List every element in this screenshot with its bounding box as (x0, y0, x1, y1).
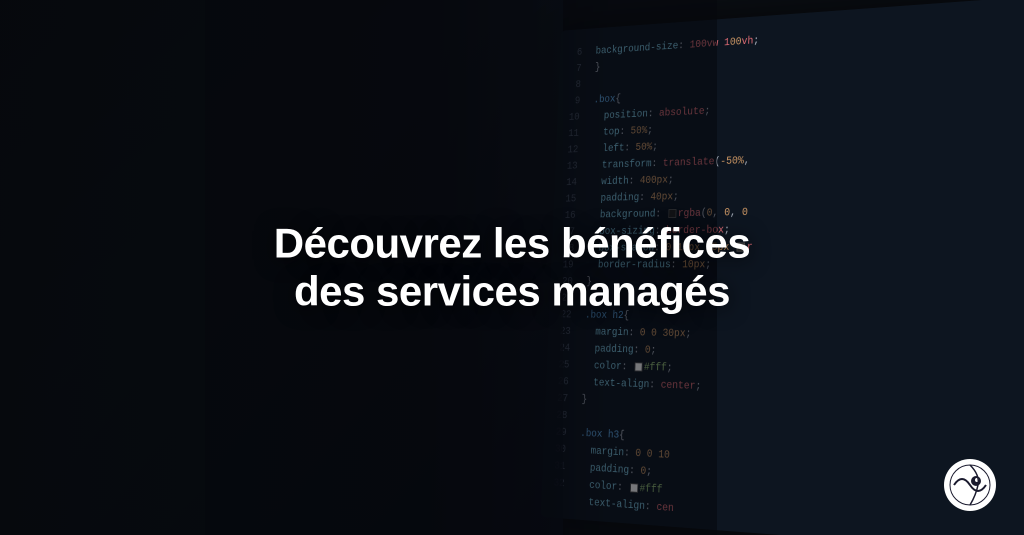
logo-svg (948, 463, 992, 507)
heading-line2: des services managés (294, 268, 730, 315)
page-container: 6 7 8 9 10 11 12 13 14 15 16 17 18 19 20… (0, 0, 1024, 535)
logo-circle (944, 459, 996, 511)
logo (944, 459, 996, 511)
main-text-block: Découvrez les bénéfices des services man… (162, 219, 862, 316)
main-heading: Découvrez les bénéfices des services man… (162, 219, 862, 316)
heading-line1: Découvrez les bénéfices (274, 219, 750, 266)
